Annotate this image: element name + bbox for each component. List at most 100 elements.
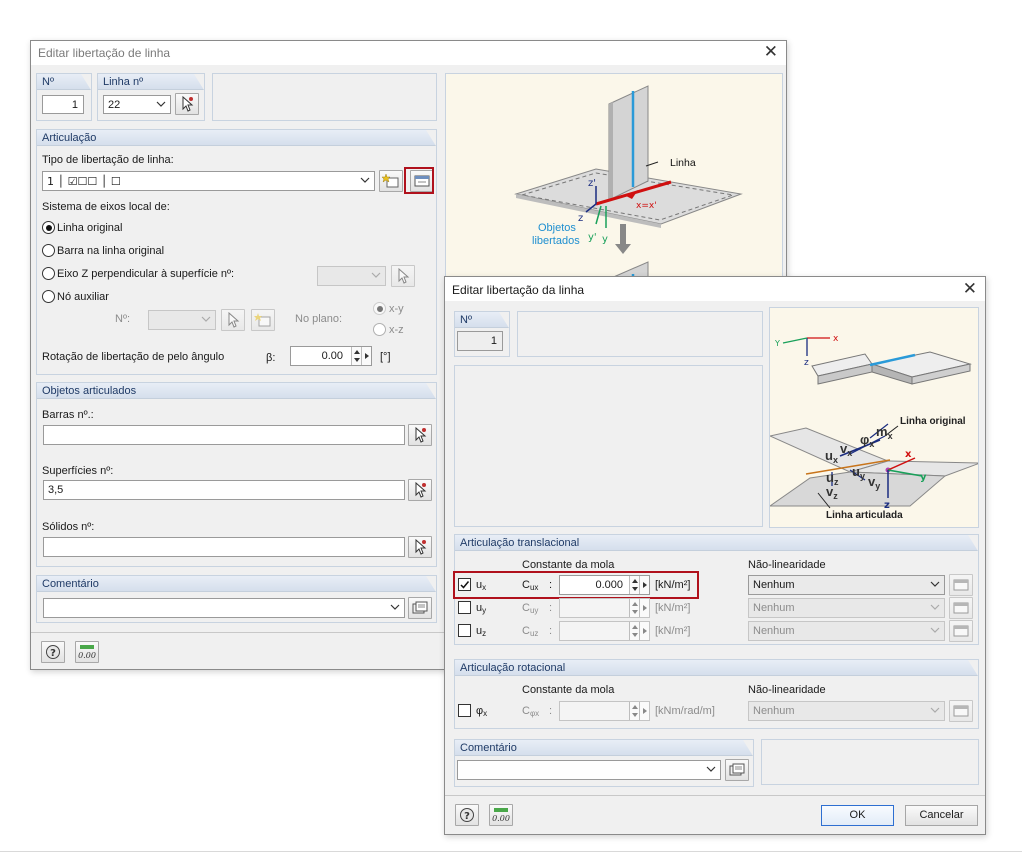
pick-surfaces-button[interactable] [408,479,432,501]
radio-original-line[interactable] [42,221,55,234]
local-axes-label: Sistema de eixos local de: [42,201,170,213]
phix-checkbox[interactable] [458,704,471,717]
pick-node-button[interactable] [221,309,245,331]
radio-axis-z-surface[interactable] [42,267,55,280]
line-number-select[interactable]: 22 [103,95,171,114]
surfaces-label: Superfícies nº: [42,465,114,477]
help-button[interactable]: ? [41,641,65,663]
release-type-label: Tipo de libertação de linha: [42,154,174,166]
svg-text:x: x [833,334,839,344]
pick-bars-button[interactable] [408,424,432,446]
surfaces-input[interactable]: 3,5 [43,480,405,500]
radio-auxiliary-node-label: Nó auxiliar [57,291,109,303]
number-field[interactable]: 1 [457,331,503,351]
close-button[interactable]: ✕ [963,280,977,298]
menu-arrow-icon[interactable] [639,702,649,720]
svg-text:z: z [804,358,809,368]
ok-button[interactable]: OK [821,805,894,826]
spin-icon[interactable] [629,599,639,617]
chevron-down-icon [930,627,940,633]
library-icon [729,763,745,776]
spin-icon[interactable] [351,347,361,365]
blank-panel [517,311,763,357]
comment-select[interactable] [457,760,721,780]
comment-select[interactable] [43,598,405,618]
node-number-label: Nº: [115,313,131,325]
new-object-icon [382,173,399,188]
uz-nonlinearity-edit-button[interactable] [949,620,973,642]
edit-dialog-icon [953,579,969,591]
articulation-group: Articulação Tipo de libertação de linha:… [36,129,437,375]
svg-text:z': z' [588,178,596,189]
number-label: Nº [42,76,54,88]
cuz-input[interactable] [559,621,650,641]
surface-number-select[interactable] [317,266,386,286]
spin-icon[interactable] [629,702,639,720]
menu-arrow-icon[interactable] [639,622,649,640]
release-type-select[interactable]: 1 │ ☑☐☐ │ ☐ [42,171,375,191]
bars-label: Barras nº.: [42,409,94,421]
units-button[interactable]: 0.00 [489,804,513,826]
menu-arrow-icon[interactable] [639,599,649,617]
rotation-angle-input[interactable]: 0.00 [290,346,372,366]
number-group: Nº 1 [454,311,510,357]
radio-bar-on-line[interactable] [42,244,55,257]
uy-nonlinearity-select[interactable]: Nenhum [748,598,945,618]
pick-line-button[interactable] [175,93,199,115]
radio-auxiliary-node[interactable] [42,290,55,303]
close-button[interactable]: ✕ [764,43,778,61]
translational-header: Articulação translacional [460,537,580,549]
plane-label: No plano: [295,313,343,325]
svg-text:x=x': x=x' [636,201,657,211]
highlight-frame [453,571,699,599]
titlebar: Editar libertação de linha ✕ [31,41,786,65]
cancel-button[interactable]: Cancelar [905,805,978,826]
pick-solids-button[interactable] [408,536,432,558]
spin-icon[interactable] [629,622,639,640]
line-hinge-diagram: x z Y Linha original Linha articulada φx… [770,308,978,527]
svg-text:Linha: Linha [670,157,696,169]
articulation-header: Articulação [42,132,97,144]
ux-nonlinearity-edit-button[interactable] [949,574,973,596]
pick-cursor-icon [228,312,240,328]
chevron-down-icon [360,177,370,183]
comment-library-button[interactable] [408,597,432,619]
phix-nonlinearity-edit-button[interactable] [949,700,973,722]
cphix-input[interactable] [559,701,650,721]
pick-cursor-icon [182,96,194,112]
line-number-label: Linha nº [103,76,144,88]
pick-surface-button[interactable] [391,265,415,287]
phix-nonlinearity-select[interactable]: Nenhum [748,701,945,721]
edit-dialog-icon [953,705,969,717]
new-node-button[interactable] [251,309,275,331]
radio-plane-xy[interactable] [373,302,386,315]
spring-constant-label: Constante da mola [522,559,615,571]
units-button[interactable]: 0.00 [75,641,99,663]
comment-library-button[interactable] [725,759,749,781]
solids-input[interactable] [43,537,405,557]
uy-checkbox[interactable] [458,601,471,614]
rotation-label: Rotação de libertação de pelo ângulo [42,351,225,363]
svg-text:y: y [920,472,927,483]
uz-checkbox[interactable] [458,624,471,637]
svg-text:y: y [602,234,608,245]
number-group: Nº 1 [36,73,92,121]
ux-nonlinearity-select[interactable]: Nenhum [748,575,945,595]
svg-text:z: z [578,213,583,224]
bars-input[interactable] [43,425,405,445]
uz-nonlinearity-select[interactable]: Nenhum [748,621,945,641]
new-release-type-button[interactable] [379,170,403,192]
node-number-select[interactable] [148,310,216,330]
help-icon: ? [46,645,60,659]
edit-line-release-dialog: Editar libertação da linha ✕ Nº 1 x z Y [444,276,986,835]
menu-arrow-icon[interactable] [361,347,371,365]
comment-header: Comentário [42,578,99,590]
help-button[interactable]: ? [455,804,479,826]
chevron-down-icon [930,581,940,587]
pick-cursor-icon [415,427,427,443]
cuy-input[interactable] [559,598,650,618]
uy-nonlinearity-edit-button[interactable] [949,597,973,619]
solids-label: Sólidos nº: [42,521,95,533]
radio-plane-xz[interactable] [373,323,386,336]
number-field[interactable]: 1 [42,95,84,114]
